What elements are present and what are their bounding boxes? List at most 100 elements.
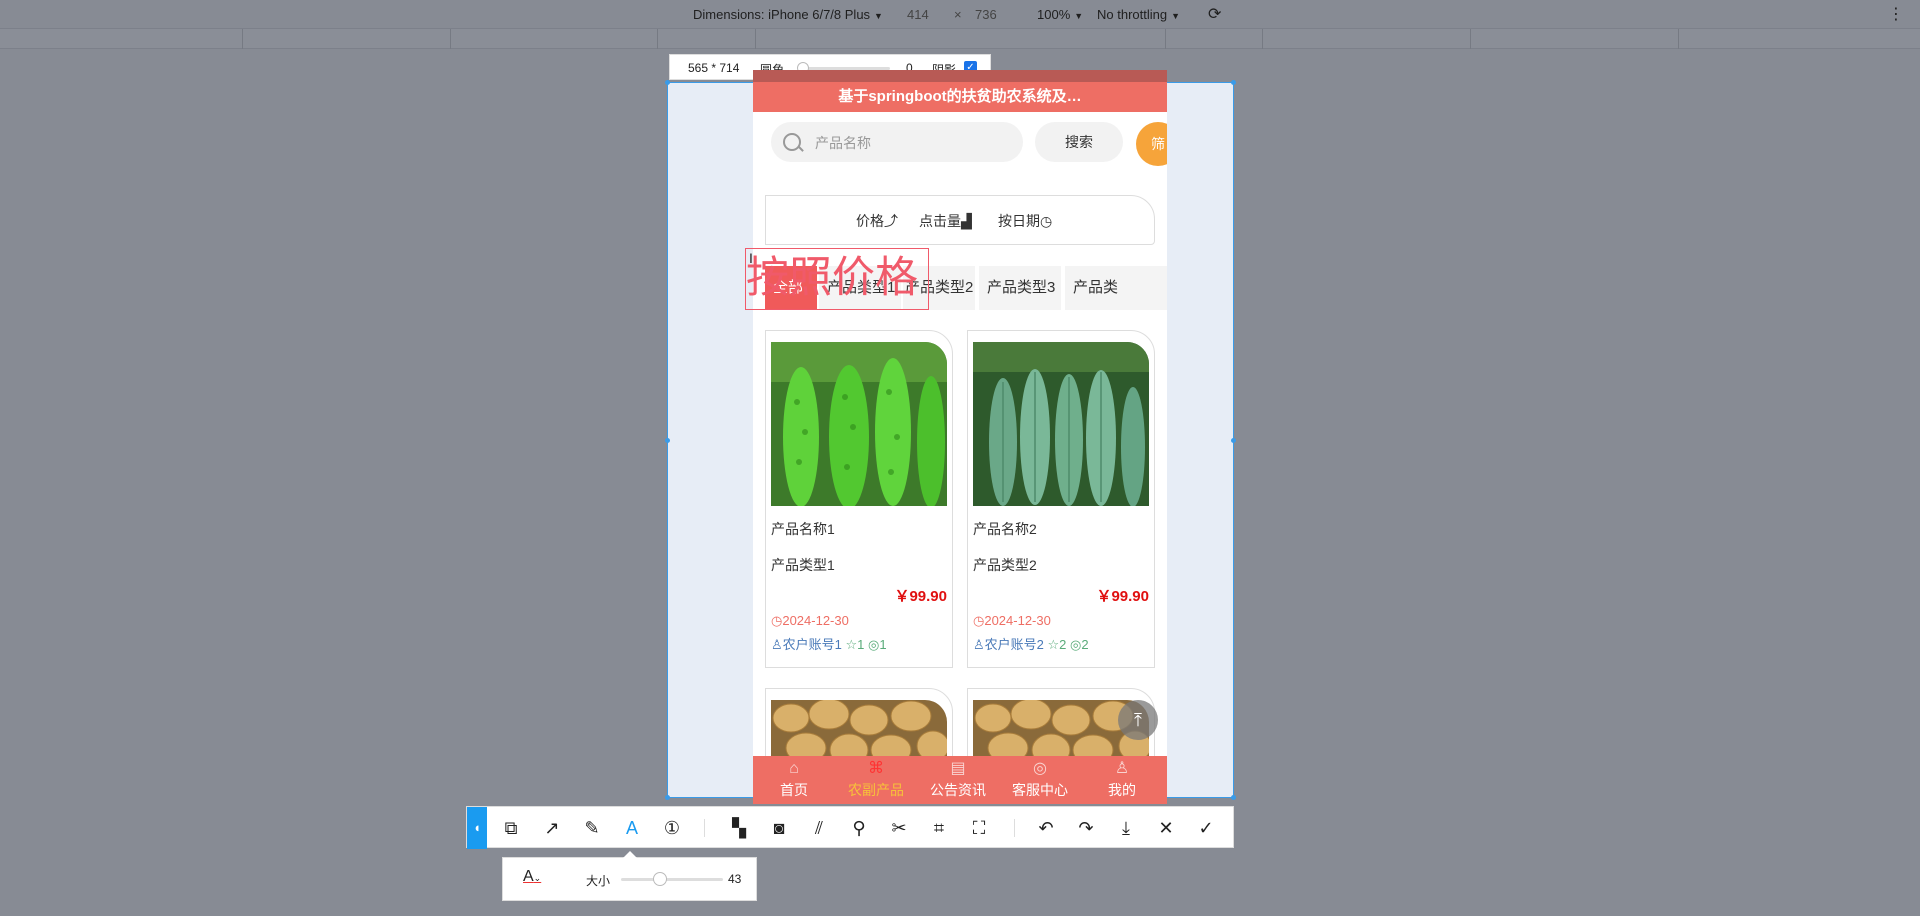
text-color-picker[interactable]: A⌄: [523, 868, 541, 886]
search-row: 产品名称 搜索 筛: [771, 122, 1167, 166]
sort-row: 价格⤴ 点击量▟ 按日期◷: [765, 195, 1155, 245]
shape-tool-icon[interactable]: ⧉: [498, 815, 524, 841]
pin-icon[interactable]: ◖: [467, 807, 487, 849]
user-icon: ♙: [771, 637, 783, 652]
tab-label: 我的: [1108, 782, 1136, 798]
search-placeholder: 产品名称: [815, 135, 871, 151]
headset-icon: ◎: [1033, 760, 1047, 777]
star-icon: ☆: [1047, 637, 1060, 652]
toolbar-divider: [704, 819, 705, 837]
number-tool-icon[interactable]: ①: [659, 815, 685, 841]
pen-tool-icon[interactable]: ✎: [579, 815, 605, 841]
size-label: 大小: [586, 874, 611, 888]
chevron-down-icon: ⌄: [533, 873, 542, 883]
back-to-top-button[interactable]: ⤒: [1118, 700, 1158, 740]
sort-clicks[interactable]: 点击量▟: [919, 211, 972, 231]
ruler-tick: [450, 29, 451, 49]
tab-mine[interactable]: ♙ 我的: [1081, 756, 1163, 804]
close-icon[interactable]: ✕: [1153, 815, 1179, 841]
ruler-tick: [1678, 29, 1679, 49]
sort-date[interactable]: 按日期◷: [998, 211, 1052, 231]
product-date-value: 2024-12-30: [984, 613, 1051, 628]
product-card[interactable]: 产品名称2 产品类型2 ￥99.90 ◷2024-12-30 ♙农户账号2 ☆2…: [967, 330, 1155, 668]
scissors-tool-icon[interactable]: ✂: [886, 815, 912, 841]
sort-date-label: 按日期: [998, 213, 1040, 229]
text-style-panel: A⌄ 大小 43: [502, 851, 757, 901]
filter-button[interactable]: 筛: [1136, 122, 1167, 166]
arrow-tool-icon[interactable]: ↗: [539, 815, 565, 841]
device-label: Dimensions: iPhone 6/7/8 Plus: [693, 7, 871, 22]
sort-price[interactable]: 价格⤴: [856, 211, 898, 231]
search-input[interactable]: 产品名称: [771, 122, 1023, 162]
app-header: 基于springboot的扶贫助农系统及…: [753, 70, 1167, 112]
ruler-tick: [242, 29, 243, 49]
tab-news[interactable]: ▤ 公告资讯: [917, 756, 999, 804]
farmer-account: 农户账号1: [782, 637, 842, 652]
category-tab[interactable]: 产品类: [1065, 266, 1167, 310]
ruler-tick: [1262, 29, 1263, 49]
product-meta: ♙农户账号2 ☆2 ◎2: [973, 634, 1089, 653]
search-button[interactable]: 搜索: [1035, 122, 1123, 162]
text-cursor-icon: I: [749, 250, 753, 266]
ocr-tool-icon[interactable]: ⛶: [966, 815, 992, 841]
throttling-value: No throttling: [1097, 7, 1168, 22]
pin-tool-icon[interactable]: ⚲: [846, 815, 872, 841]
home-icon: ⌂: [789, 760, 799, 777]
phone-viewport: 基于springboot的扶贫助农系统及… 产品名称 搜索 筛 价格⤴ 点击量▟…: [753, 70, 1167, 804]
redo-icon[interactable]: ↷: [1073, 815, 1099, 841]
translate-tool-icon[interactable]: ⌗: [926, 815, 952, 841]
resize-handle[interactable]: [1231, 438, 1236, 443]
app-title: 基于springboot的扶贫助农系统及…: [838, 88, 1082, 105]
bottom-tab-bar: ⌂ 首页 ⌘ 农副产品 ▤ 公告资讯 ◎ 客服中心 ♙ 我的: [753, 756, 1167, 804]
resize-handle[interactable]: [665, 438, 670, 443]
rotate-icon[interactable]: ⟳: [1208, 4, 1221, 24]
height-field[interactable]: 736: [975, 7, 997, 22]
dimension-times: ×: [954, 7, 962, 22]
tab-service[interactable]: ◎ 客服中心: [999, 756, 1081, 804]
download-icon[interactable]: ⤓: [1113, 815, 1139, 841]
resize-handle[interactable]: [665, 80, 670, 85]
product-price: ￥99.90: [1096, 588, 1149, 605]
selection-size: 565 * 714: [688, 61, 740, 75]
resize-handle[interactable]: [1231, 795, 1236, 800]
sort-price-label: 价格: [856, 213, 884, 229]
devtools-device-toolbar: Dimensions: iPhone 6/7/8 Plus ▼ 414 × 736…: [0, 0, 1920, 29]
throttling-dropdown[interactable]: No throttling ▼: [1097, 7, 1180, 22]
undo-icon[interactable]: ↶: [1033, 815, 1059, 841]
text-tool-icon[interactable]: A: [619, 815, 645, 841]
trend-icon: ⤴: [884, 213, 898, 229]
eye-icon: ◎: [1070, 637, 1082, 652]
more-options-icon[interactable]: ⋮: [1888, 4, 1904, 24]
tab-label: 公告资讯: [930, 782, 986, 798]
tab-home[interactable]: ⌂ 首页: [753, 756, 835, 804]
category-tab[interactable]: 产品类型3: [979, 266, 1061, 310]
clock-icon: ◷: [771, 613, 783, 628]
hatch-tool-icon[interactable]: ⫽: [806, 815, 832, 841]
blur-tool-icon[interactable]: ◙: [766, 815, 792, 841]
bar-chart-icon: ▟: [961, 213, 972, 229]
user-icon: ♙: [973, 637, 985, 652]
zoom-dropdown[interactable]: 100% ▼: [1037, 7, 1083, 22]
product-date: ◷2024-12-30: [973, 613, 1051, 629]
product-type: 产品类型2: [973, 557, 1037, 573]
clock-icon: ◷: [1040, 213, 1053, 229]
slider-knob[interactable]: [653, 872, 667, 886]
product-card[interactable]: 产品名称1 产品类型1 ￥99.90 ◷2024-12-30 ♙农户账号1 ☆1…: [765, 330, 953, 668]
product-name: 产品名称1: [771, 521, 835, 537]
product-price: ￥99.90: [894, 588, 947, 605]
eye-icon: ◎: [868, 637, 880, 652]
width-field[interactable]: 414: [907, 7, 929, 22]
mosaic-tool-icon[interactable]: ▚: [726, 815, 752, 841]
confirm-icon[interactable]: ✓: [1193, 815, 1219, 841]
resize-handle[interactable]: [1231, 80, 1236, 85]
ruler-tick: [1165, 29, 1166, 49]
annotation-toolbar: ◖ ⧉ ↗ ✎ A ① ▚ ◙ ⫽ ⚲ ✂ ⌗ ⛶ ↶ ↷ ⤓ ✕ ✓: [466, 806, 1234, 849]
star-icon: ☆: [845, 637, 858, 652]
product-icon: ⌘: [868, 760, 884, 777]
tab-products[interactable]: ⌘ 农副产品: [835, 756, 917, 804]
resize-handle[interactable]: [665, 795, 670, 800]
star-count: 2: [1059, 637, 1067, 652]
text-annotation[interactable]: 按照价格: [745, 248, 929, 310]
font-size-slider[interactable]: [621, 872, 723, 886]
device-dimensions-dropdown[interactable]: Dimensions: iPhone 6/7/8 Plus ▼: [693, 7, 883, 22]
